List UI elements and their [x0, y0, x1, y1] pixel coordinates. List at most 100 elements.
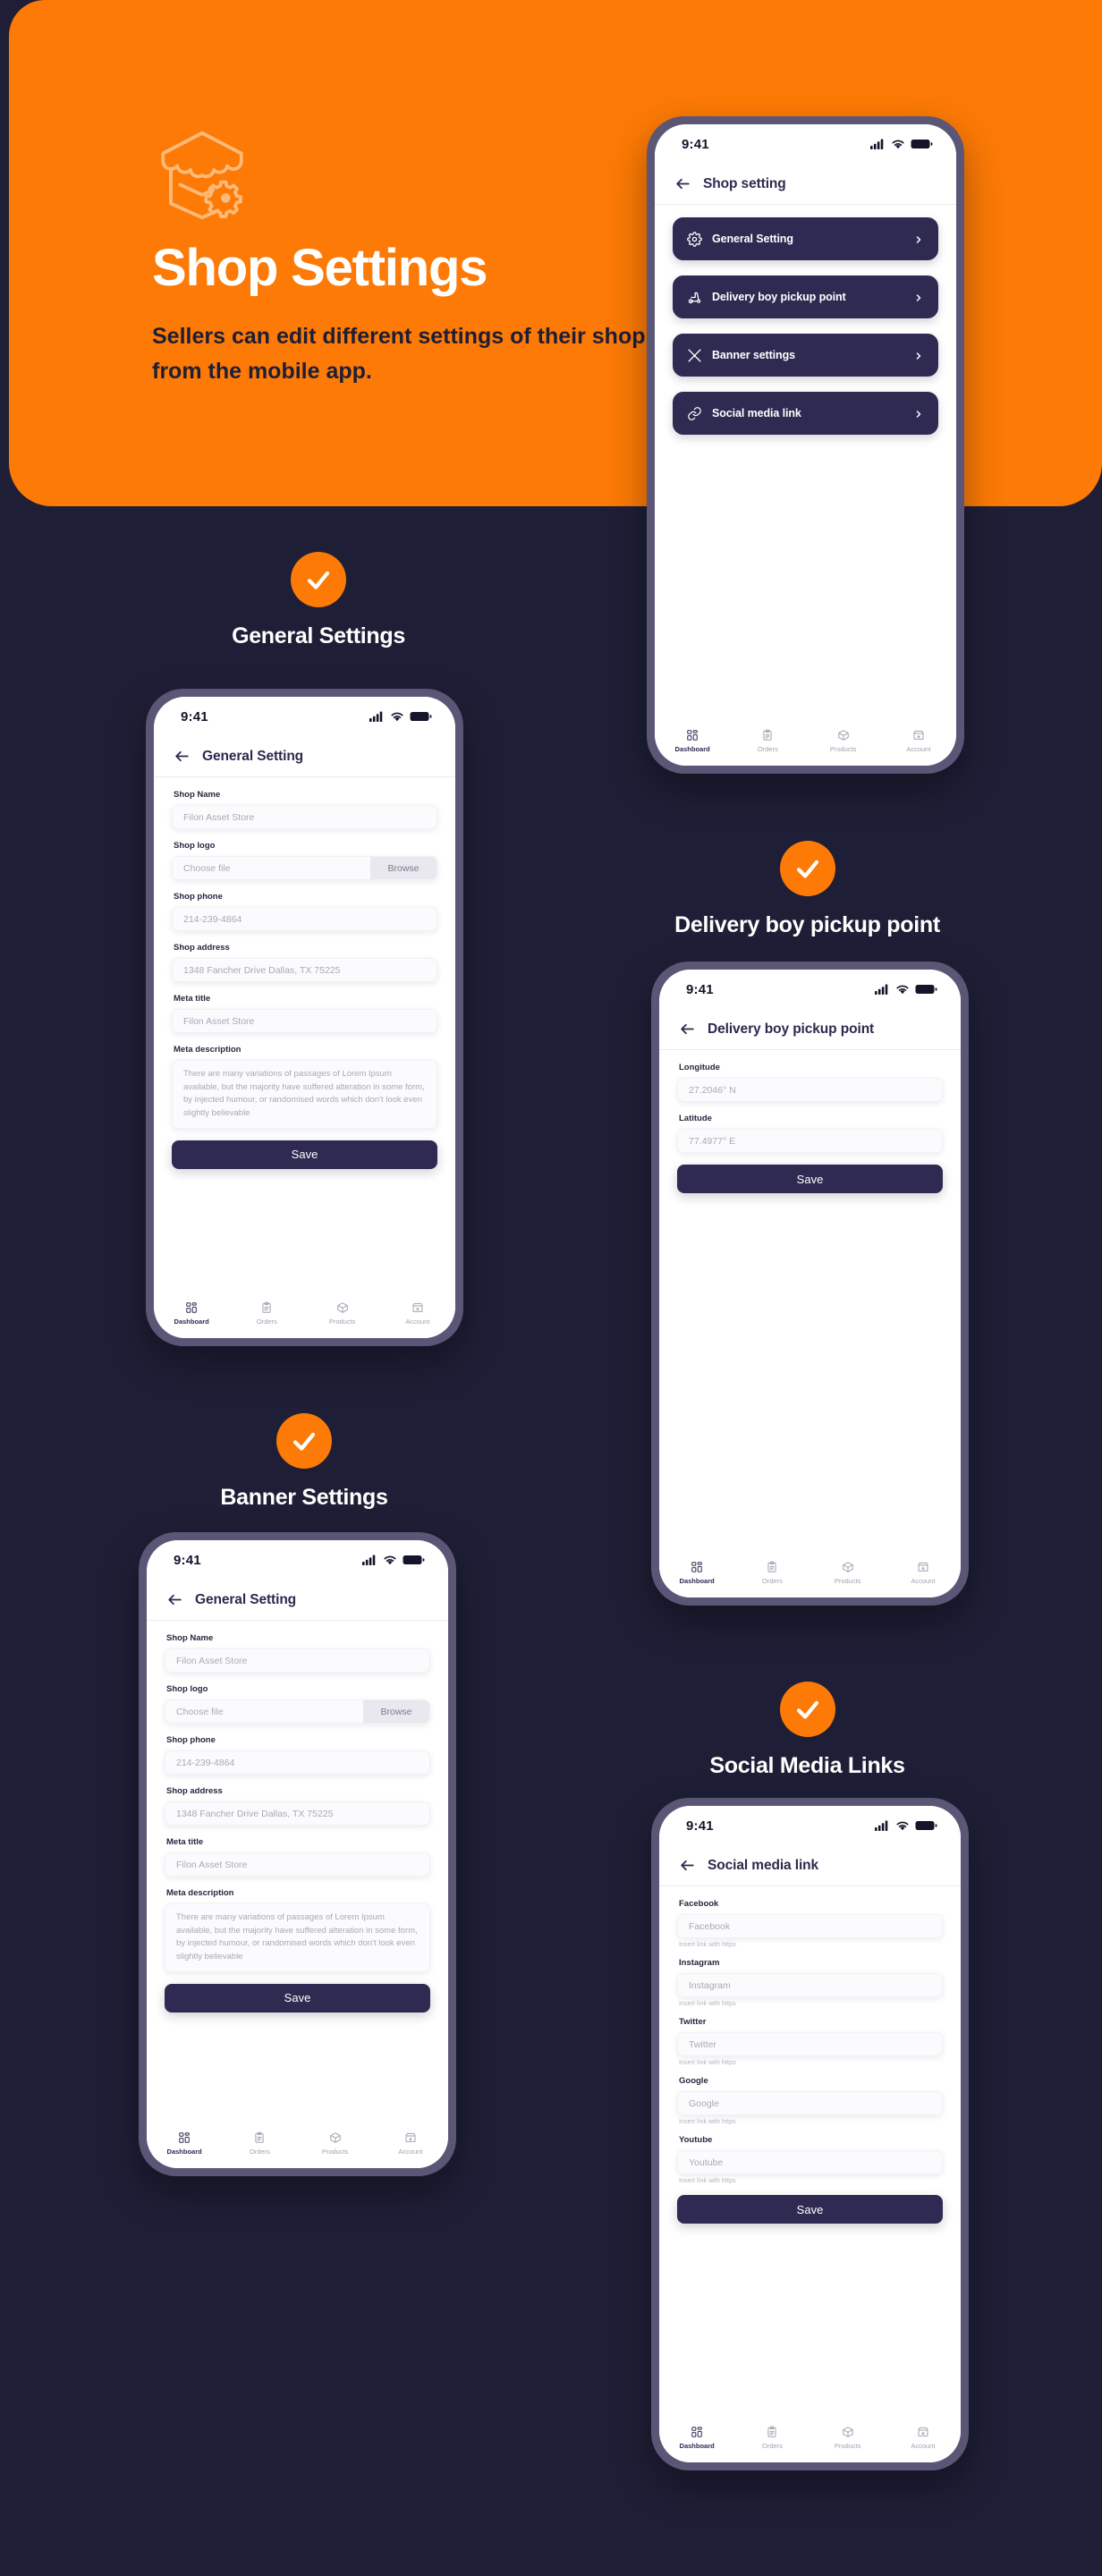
placeholder: Instagram	[689, 1979, 731, 1991]
box-icon	[329, 2132, 341, 2143]
shop-phone-input[interactable]: 214-239-4864	[165, 1750, 430, 1775]
bottom-nav-products[interactable]: Products	[810, 1561, 886, 1585]
instagram-input[interactable]: Instagram	[677, 1973, 943, 1997]
cellular-signal-icon	[875, 1820, 888, 1831]
placeholder: 1348 Fancher Drive Dallas, TX 75225	[183, 964, 341, 976]
field-hint-facebook: Insert link with https	[679, 1942, 736, 1948]
latitude-input[interactable]: 77.4977° E	[677, 1129, 943, 1153]
browse-button[interactable]: Browse	[370, 857, 437, 879]
status-bar: 9:41	[659, 1806, 961, 1845]
menu-item-social-media-link[interactable]: Social media link	[673, 392, 938, 435]
bottom-nav-account[interactable]: Account	[373, 2131, 448, 2156]
screen-delivery-pickup: 9:41 Delivery boy pickup point Longitude…	[659, 970, 961, 1597]
menu-item-delivery-boy-pickup-point[interactable]: Delivery boy pickup point	[673, 275, 938, 318]
bottom-nav-account[interactable]: Account	[886, 1561, 961, 1585]
section-label: General Settings	[232, 623, 405, 648]
bottom-nav-label: Account	[405, 1318, 430, 1326]
scooter-icon	[687, 290, 702, 305]
bottom-nav-products[interactable]: Products	[305, 1301, 380, 1326]
bottom-nav-orders[interactable]: Orders	[229, 1301, 304, 1326]
poster-canvas: Shop Settings Sellers can edit different…	[0, 0, 1102, 2576]
arrow-left-icon[interactable]	[679, 1021, 696, 1038]
bottom-nav-label: Products	[834, 1577, 861, 1585]
shop-phone-input[interactable]: 214-239-4864	[172, 907, 437, 931]
shop-logo-file-input[interactable]: Choose file Browse	[172, 856, 437, 880]
check-badge	[291, 552, 346, 607]
arrow-left-icon[interactable]	[674, 175, 691, 192]
menu-item-general-setting[interactable]: General Setting	[673, 217, 938, 260]
meta-title-input[interactable]: Filon Asset Store	[165, 1852, 430, 1877]
save-button[interactable]: Save	[172, 1140, 437, 1169]
youtube-input[interactable]: Youtube	[677, 2150, 943, 2174]
shop-address-input[interactable]: 1348 Fancher Drive Dallas, TX 75225	[172, 958, 437, 982]
chevron-right-icon	[913, 292, 924, 302]
status-time: 9:41	[686, 1818, 714, 1834]
arrow-left-icon[interactable]	[679, 1857, 696, 1874]
general-setting-form: Shop Name Filon Asset Store Shop logo Ch…	[154, 777, 455, 1297]
dashboard-grid-icon	[687, 730, 698, 741]
meta-description-textarea[interactable]: There are many variations of passages of…	[172, 1060, 437, 1129]
shop-name-input[interactable]: Filon Asset Store	[165, 1648, 430, 1673]
bottom-nav-products[interactable]: Products	[806, 729, 881, 753]
bottom-nav-products[interactable]: Products	[810, 2426, 886, 2450]
field-hint-youtube: Insert link with https	[679, 2178, 736, 2184]
bottom-nav-account[interactable]: Account	[886, 2426, 961, 2450]
shop-name-input[interactable]: Filon Asset Store	[172, 805, 437, 829]
bottom-nav-dashboard[interactable]: Dashboard	[659, 1561, 734, 1585]
check-icon	[796, 860, 818, 878]
save-button[interactable]: Save	[165, 1983, 430, 2012]
cellular-signal-icon	[369, 711, 383, 722]
bottom-nav-orders[interactable]: Orders	[730, 729, 805, 753]
status-bar: 9:41	[655, 124, 956, 164]
section-label: Social Media Links	[709, 1753, 905, 1778]
status-bar: 9:41	[154, 697, 455, 736]
bottom-nav-label: Orders	[256, 1318, 277, 1326]
save-button[interactable]: Save	[677, 1165, 943, 1193]
bottom-nav-dashboard[interactable]: Dashboard	[659, 2426, 734, 2450]
field-label-latitude: Latitude	[679, 1114, 712, 1123]
check-icon	[796, 1700, 818, 1719]
check-icon	[307, 571, 330, 589]
screen-title: Shop setting	[703, 175, 786, 191]
meta-description-textarea[interactable]: There are many variations of passages of…	[165, 1903, 430, 1972]
bottom-nav-label: Orders	[757, 745, 778, 753]
bottom-nav-dashboard[interactable]: Dashboard	[655, 729, 730, 753]
longitude-input[interactable]: 27.2046° N	[677, 1078, 943, 1102]
browse-button[interactable]: Browse	[363, 1700, 429, 1723]
meta-title-input[interactable]: Filon Asset Store	[172, 1009, 437, 1033]
bottom-nav-account[interactable]: Account	[881, 729, 956, 753]
bottom-nav-orders[interactable]: Orders	[222, 2131, 297, 2156]
bottom-nav-label: Orders	[761, 1577, 783, 1585]
field-hint-twitter: Insert link with https	[679, 2060, 736, 2066]
menu-item-label: Banner settings	[712, 349, 795, 361]
status-icons	[875, 984, 937, 995]
placeholder: 77.4977° E	[689, 1135, 736, 1147]
screen-title: Delivery boy pickup point	[708, 1021, 875, 1037]
check-badge	[779, 1682, 835, 1737]
bottom-nav-dashboard[interactable]: Dashboard	[154, 1301, 229, 1326]
status-time: 9:41	[682, 136, 709, 152]
menu-item-banner-settings[interactable]: Banner settings	[673, 334, 938, 377]
chevron-right-icon	[913, 408, 924, 419]
placeholder: Filon Asset Store	[176, 1655, 248, 1666]
shop-logo-file-input[interactable]: Choose file Browse	[165, 1699, 430, 1724]
arrow-left-icon[interactable]	[166, 1591, 183, 1608]
menu-item-label: Delivery boy pickup point	[712, 291, 846, 303]
bottom-nav-account[interactable]: Account	[380, 1301, 455, 1326]
field-label-shop-logo: Shop logo	[166, 1684, 208, 1694]
facebook-input[interactable]: Facebook	[677, 1914, 943, 1938]
arrow-left-icon[interactable]	[174, 748, 191, 765]
box-icon	[336, 1302, 348, 1313]
bottom-nav-products[interactable]: Products	[298, 2131, 373, 2156]
link-icon	[687, 406, 702, 421]
save-button[interactable]: Save	[677, 2195, 943, 2224]
placeholder: Youtube	[689, 2157, 724, 2168]
bottom-nav-orders[interactable]: Orders	[734, 1561, 810, 1585]
dashboard-grid-icon	[691, 2427, 702, 2437]
shop-address-input[interactable]: 1348 Fancher Drive Dallas, TX 75225	[165, 1801, 430, 1826]
twitter-input[interactable]: Twitter	[677, 2032, 943, 2056]
google-input[interactable]: Google	[677, 2091, 943, 2115]
field-label-shop-phone: Shop phone	[174, 892, 223, 902]
bottom-nav-orders[interactable]: Orders	[734, 2426, 810, 2450]
bottom-nav-dashboard[interactable]: Dashboard	[147, 2131, 222, 2156]
